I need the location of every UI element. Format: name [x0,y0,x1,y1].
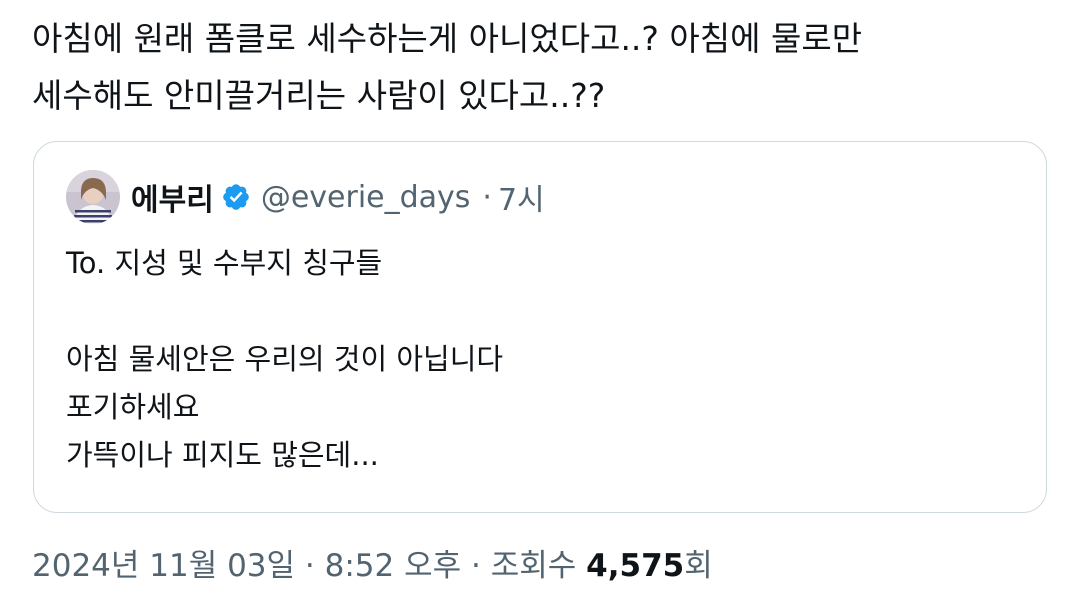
views-suffix: 회 [684,548,713,584]
quoted-tweet-body: To. 지성 및 수부지 칭구들 아침 물세안은 우리의 것이 아닙니다 포기하… [66,239,503,479]
separator-dot: · [304,548,315,584]
quoted-tweet-line: 가뜩이나 피지도 많은데... [66,438,379,472]
tweet-text-line: 세수해도 안미끌거리는 사람이 있다고..?? [32,76,606,115]
views-count: 4,575 [586,548,685,584]
user-avatar-photo [66,170,120,224]
tweet-meta: 2024년 11월 03일 · 8:52 오후 · 조회수 4,575회 [32,546,713,586]
quoted-tweet-time[interactable]: 7시 [498,175,545,219]
tweet-text: 아침에 원래 폼클로 세수하는게 아니었다고..? 아침에 물로만 세수해도 안… [32,10,1062,124]
verified-badge-icon [223,184,249,210]
avatar[interactable] [66,170,120,224]
tweet-date[interactable]: 2024년 11월 03일 [32,548,295,584]
quoted-tweet-header: 에부리 @everie_days · 7시 [66,170,545,224]
separator-dot: · [482,179,492,215]
tweet-text-line: 아침에 원래 폼클로 세수하는게 아니었다고..? 아침에 물로만 [32,19,863,58]
quoted-tweet-line: To. 지성 및 수부지 칭구들 [66,246,383,280]
quoted-tweet-line: 포기하세요 [66,390,200,424]
display-name[interactable]: 에부리 [131,175,214,219]
quoted-tweet-card[interactable]: 에부리 @everie_days · 7시 To. 지성 및 수부지 칭구들 아… [33,141,1047,513]
user-handle[interactable]: @everie_days [261,180,471,215]
tweet-time[interactable]: 8:52 오후 [325,548,462,584]
separator-dot: · [471,548,481,584]
quoted-tweet-line [66,287,503,335]
quoted-tweet-line: 아침 물세안은 우리의 것이 아닙니다 [66,342,504,376]
views-label: 조회수 [490,548,577,584]
